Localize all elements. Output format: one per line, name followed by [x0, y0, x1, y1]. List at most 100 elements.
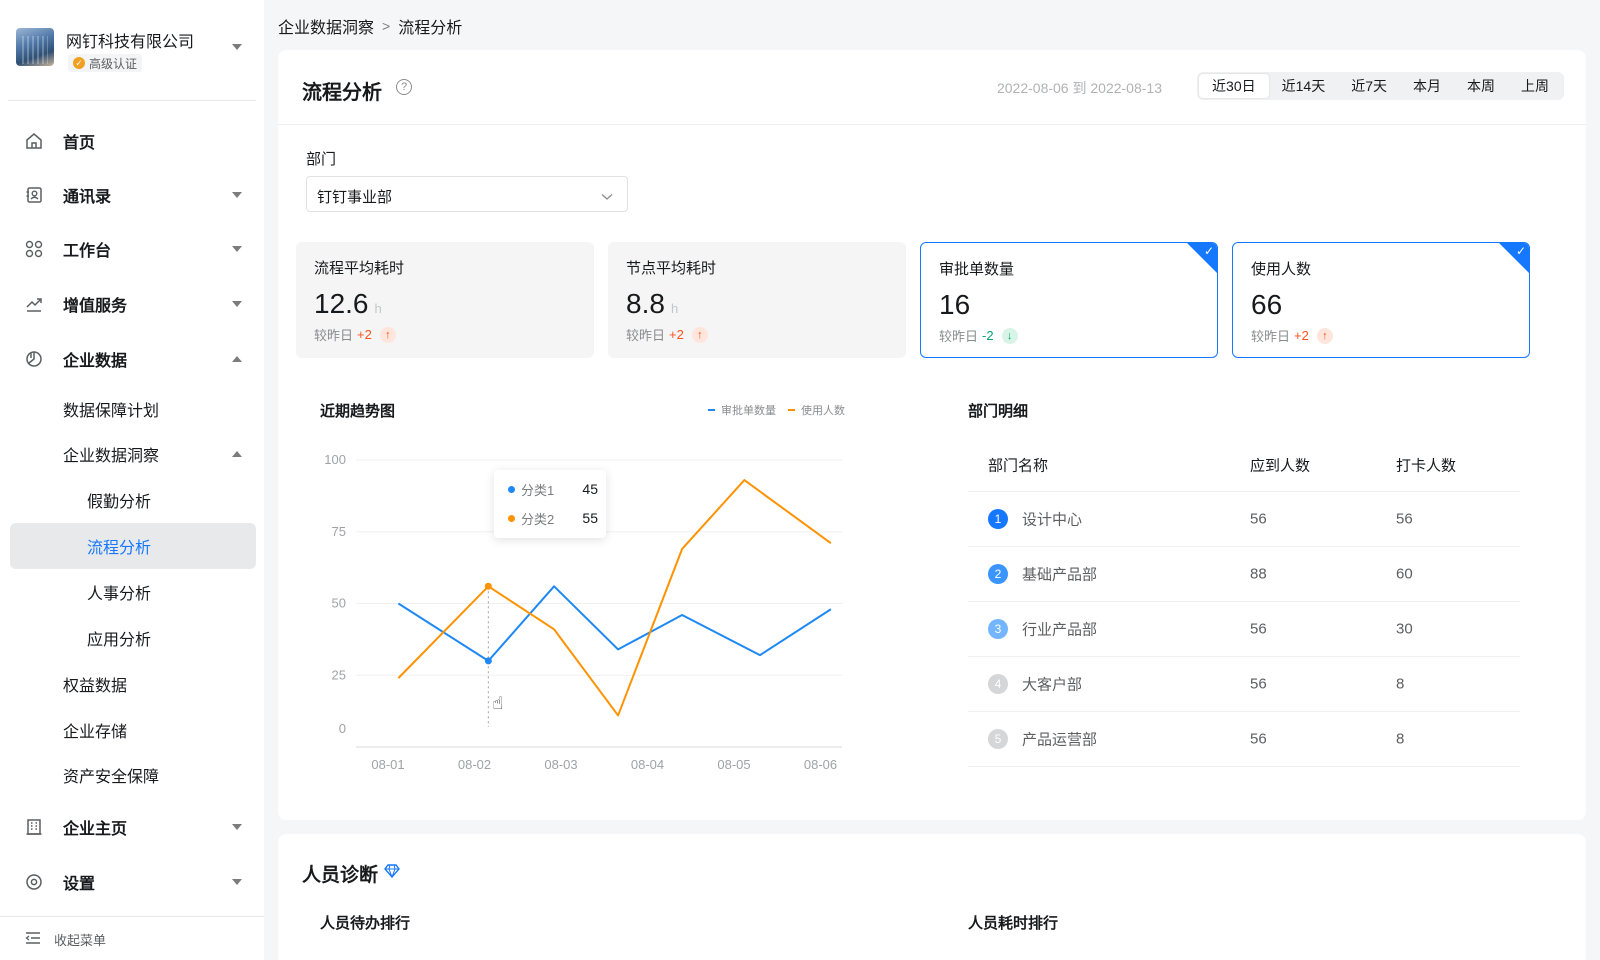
- series-line-1: [397, 585, 832, 662]
- sidebar-item-benefits[interactable]: 权益数据: [10, 661, 256, 707]
- sidebar-item-process[interactable]: 流程分析: [10, 523, 256, 569]
- range-7d[interactable]: 近7天: [1338, 74, 1400, 98]
- sidebar-item-storage[interactable]: 企业存储: [10, 707, 256, 753]
- metric-value: 12.6: [314, 288, 369, 319]
- page-title: 流程分析: [302, 82, 382, 104]
- legend-swatch: [708, 409, 715, 411]
- table-row[interactable]: 4 大客户部 56 8: [968, 657, 1520, 712]
- breadcrumb-separator: >: [382, 18, 391, 34]
- legend-item[interactable]: 审批单数量: [708, 402, 776, 418]
- legend-label: 审批单数量: [721, 405, 776, 417]
- sidebar-item-workbench[interactable]: 工作台: [10, 226, 256, 272]
- sidebar-item-hr[interactable]: 人事分析: [10, 569, 256, 615]
- legend-item[interactable]: 使用人数: [788, 402, 845, 418]
- sidebar-item-data-plan[interactable]: 数据保障计划: [10, 386, 256, 432]
- hand-cursor-icon: ☝: [492, 693, 503, 714]
- chevron-down-icon: [232, 301, 242, 307]
- org-switcher[interactable]: 网钉科技有限公司 ✓ 高级认证: [16, 24, 250, 76]
- sidebar-item-label: 增值服务: [63, 298, 128, 315]
- metric-value: 8.8: [626, 288, 665, 319]
- rank-badge: 1: [988, 509, 1008, 529]
- breadcrumb-current: 流程分析: [398, 20, 463, 37]
- dept-table-title: 部门明细: [968, 403, 1029, 420]
- metric-card-approvals[interactable]: 审批单数量 16 较昨日 -2 ↓ ✓: [920, 242, 1218, 358]
- column-header: 打卡人数: [1396, 457, 1457, 474]
- breadcrumb-root[interactable]: 企业数据洞察: [278, 14, 374, 38]
- range-this-month[interactable]: 本月: [1400, 74, 1454, 98]
- table-row[interactable]: 2 基础产品部 88 60: [968, 547, 1520, 602]
- sidebar-item-app[interactable]: 应用分析: [10, 615, 256, 661]
- arrow-down-icon: ↓: [1001, 327, 1018, 344]
- dept-name: 产品运营部: [1022, 731, 1098, 749]
- gear-icon: [24, 872, 44, 892]
- chart-tooltip: 分类1 45 分类2 55: [494, 470, 606, 538]
- sidebar-item-home[interactable]: 首页: [10, 118, 256, 164]
- sidebar-item-contacts[interactable]: 通讯录: [10, 172, 256, 218]
- delta-value: +2: [357, 327, 372, 342]
- sidebar-item-attendance[interactable]: 假勤分析: [10, 477, 256, 523]
- table-row[interactable]: 1 设计中心 56 56: [968, 492, 1520, 547]
- metric-card-users[interactable]: 使用人数 66 较昨日 +2 ↑ ✓: [1232, 242, 1530, 358]
- sidebar-item-label: 首页: [63, 135, 96, 152]
- sidebar-item-value-added[interactable]: 增值服务: [10, 281, 256, 327]
- collapse-menu-button[interactable]: 收起菜单: [0, 916, 264, 960]
- metric-compare: 较昨日 +2 ↑: [1251, 326, 1333, 345]
- range-30d[interactable]: 近30日: [1199, 74, 1269, 98]
- tooltip-value: 55: [582, 510, 598, 526]
- dept-table: 部门名称 应到人数 打卡人数 1 设计中心 56 56 2 基础产品部 88 6…: [968, 438, 1520, 767]
- range-14d[interactable]: 近14天: [1269, 74, 1339, 98]
- sidebar-item-insight[interactable]: 企业数据洞察: [10, 431, 256, 477]
- chevron-down-icon: [232, 246, 242, 252]
- metric-card-process-time[interactable]: 流程平均耗时 12.6 h 较昨日 +2 ↑: [296, 242, 594, 358]
- range-last-week[interactable]: 上周: [1508, 74, 1562, 98]
- sidebar-item-label: 流程分析: [87, 540, 152, 557]
- trend-icon: [24, 294, 44, 314]
- sidebar-item-enterprise-data[interactable]: 企业数据: [10, 336, 256, 382]
- chevron-down-icon: [232, 192, 242, 198]
- chart-title: 近期趋势图: [320, 403, 396, 420]
- table-row[interactable]: 3 行业产品部 56 30: [968, 602, 1520, 657]
- sidebar-item-settings[interactable]: 设置: [10, 859, 256, 905]
- column-header: 应到人数: [1250, 457, 1311, 474]
- check-icon: ✓: [1515, 244, 1526, 258]
- divider: [8, 100, 256, 101]
- metric-compare: 较昨日 +2 ↑: [626, 325, 708, 344]
- x-tick-label: 08-02: [458, 757, 491, 772]
- chevron-up-icon: [232, 451, 242, 457]
- org-name: 网钉科技有限公司: [66, 34, 195, 51]
- dept-name: 大客户部: [1022, 676, 1083, 694]
- series-point-1: [484, 657, 492, 665]
- tooltip-value: 45: [582, 481, 598, 497]
- sidebar-item-label: 假勤分析: [87, 494, 152, 511]
- dept-name: 设计中心: [1022, 511, 1083, 529]
- todo-rank-title: 人员待办排行: [320, 915, 411, 932]
- apps-grid-icon: [24, 239, 44, 259]
- chevron-up-icon: [232, 356, 242, 362]
- tooltip-label: 分类1: [521, 482, 555, 498]
- tooltip-row: 分类1 45: [508, 479, 598, 499]
- rank-badge: 2: [988, 564, 1008, 584]
- chevron-down-icon[interactable]: [232, 44, 242, 50]
- table-row[interactable]: 5 产品运营部 56 8: [968, 712, 1520, 767]
- x-tick-label: 08-05: [717, 757, 750, 772]
- metric-value-row: 16: [939, 289, 970, 321]
- sidebar: 网钉科技有限公司 ✓ 高级认证 首页 通讯录 工作台 增值服务 企业数据 数据保…: [0, 0, 264, 960]
- diagnosis-title: 人员诊断: [302, 865, 379, 886]
- checked-count: 60: [1396, 565, 1413, 583]
- department-select[interactable]: 钉钉事业部: [306, 176, 628, 212]
- column-header: 部门名称: [988, 457, 1049, 474]
- tooltip-row: 分类2 55: [508, 508, 598, 528]
- sidebar-item-asset-security[interactable]: 资产安全保障: [10, 752, 256, 798]
- series-line-2: [397, 479, 832, 717]
- collapse-menu-label: 收起菜单: [54, 933, 107, 948]
- tooltip-label: 分类2: [521, 511, 555, 527]
- home-icon: [24, 131, 44, 151]
- certification-badge: ✓ 高级认证: [68, 54, 143, 72]
- sidebar-item-homepage[interactable]: 企业主页: [10, 804, 256, 850]
- legend-label: 使用人数: [801, 405, 845, 417]
- metric-card-node-time[interactable]: 节点平均耗时 8.8 h 较昨日 +2 ↑: [608, 242, 906, 358]
- sidebar-item-label: 工作台: [63, 243, 112, 260]
- range-this-week[interactable]: 本周: [1454, 74, 1508, 98]
- table-header: 部门名称 应到人数 打卡人数: [968, 438, 1520, 492]
- help-icon[interactable]: ?: [396, 79, 412, 95]
